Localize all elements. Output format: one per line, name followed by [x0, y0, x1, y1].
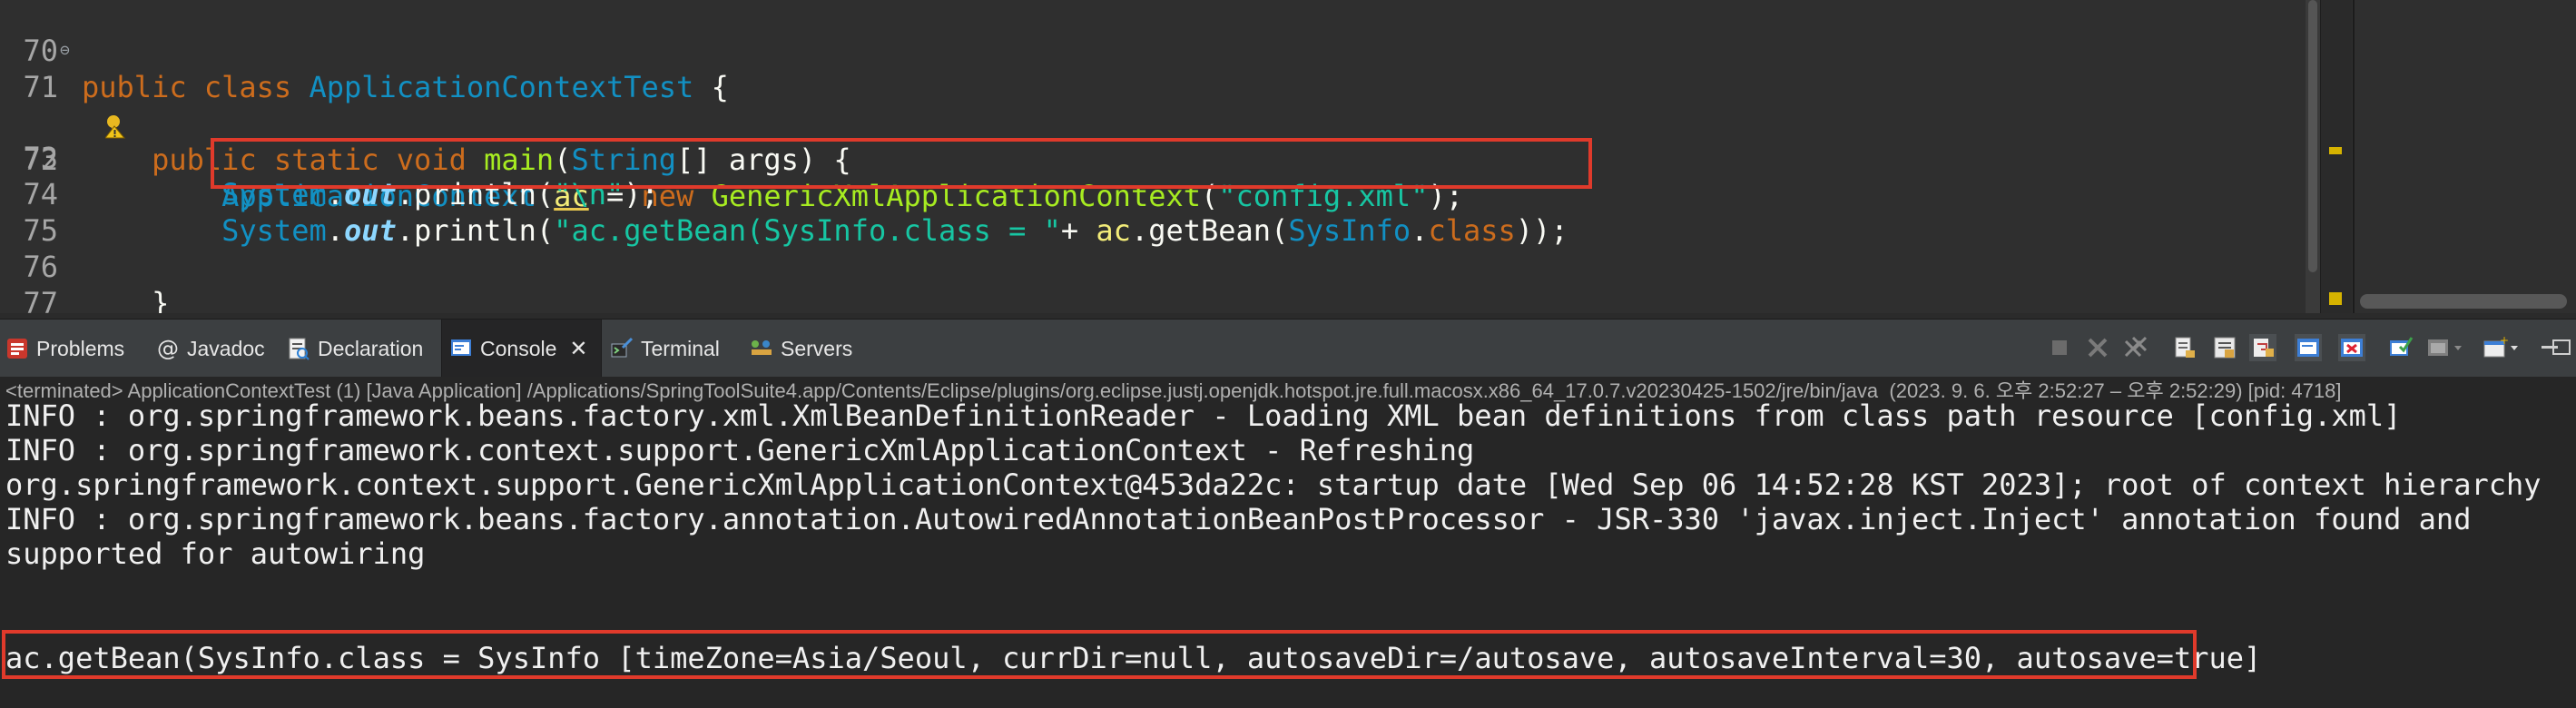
console-view[interactable]: <terminated> ApplicationContextTest (1) … — [0, 377, 2576, 708]
code-line[interactable]: 77 } — [0, 249, 2306, 313]
code-line[interactable]: 71 ⊖ public static void main(String[] ar… — [0, 33, 2306, 178]
console-line: INFO : org.springframework.beans.factory… — [5, 398, 2402, 433]
tab-problems[interactable]: Problems — [5, 320, 124, 378]
svg-text:+: + — [2500, 334, 2509, 347]
maximize-icon[interactable] — [2549, 334, 2574, 361]
declaration-icon — [287, 337, 310, 360]
tab-label: Problems — [36, 336, 125, 360]
display-selected-console-dropdown-icon[interactable] — [2425, 334, 2465, 361]
terminal-icon — [610, 337, 634, 360]
tab-servers[interactable]: Servers — [750, 320, 852, 378]
remove-all-terminated-icon[interactable] — [2122, 334, 2149, 361]
console-line: supported for autowiring — [5, 536, 426, 571]
code-token: } — [82, 286, 170, 313]
tab-label: Console — [480, 336, 557, 360]
console-line: INFO : org.springframework.beans.factory… — [5, 502, 2472, 536]
code-line[interactable]: 76 } — [0, 212, 2306, 313]
tab-console[interactable]: Console ✕ — [441, 320, 602, 378]
tab-declaration[interactable]: Declaration — [287, 320, 423, 378]
problems-icon — [5, 337, 29, 360]
tab-javadoc[interactable]: @ Javadoc — [156, 320, 265, 378]
pin-console-icon[interactable] — [2387, 334, 2414, 361]
console-line: INFO : org.springframework.context.suppo… — [5, 433, 1475, 467]
code-line[interactable]: 73 System.out.println("\n"); — [0, 103, 2306, 211]
bottom-panel-tabbar: Problems @ Javadoc Declaration Console ✕… — [0, 319, 2576, 378]
javadoc-icon: @ — [157, 336, 179, 361]
tab-label: Declaration — [318, 336, 424, 360]
highlight-box-code-line-74 — [211, 138, 1592, 189]
clear-console-icon[interactable] — [2171, 334, 2198, 361]
servers-icon — [750, 337, 773, 360]
code-text: } — [82, 285, 169, 313]
terminate-icon[interactable] — [2046, 334, 2073, 361]
show-console-on-output-icon[interactable] — [2295, 334, 2322, 361]
overview-ruler[interactable] — [2320, 0, 2352, 313]
warning-marker-icon[interactable] — [2329, 147, 2342, 154]
show-console-on-error-icon[interactable] — [2338, 334, 2365, 361]
fold-icon[interactable]: ⊖ — [60, 43, 70, 59]
scroll-lock-icon[interactable] — [2211, 334, 2238, 361]
tab-label: Servers — [781, 336, 853, 360]
close-icon[interactable]: ✕ — [569, 336, 587, 362]
side-pane — [2353, 0, 2576, 313]
tab-label: Terminal — [641, 336, 720, 360]
console-line: org.springframework.context.support.Gene… — [5, 467, 2542, 502]
code-line[interactable]: 72 ApplicationContext ac = new GenericXm… — [0, 69, 2306, 213]
line-number: 77 — [23, 286, 58, 313]
side-pane-horizontal-scrollbar[interactable] — [2360, 294, 2567, 309]
word-wrap-icon[interactable] — [2249, 334, 2276, 361]
code-editor[interactable]: 70 public class ApplicationContextTest {… — [0, 0, 2576, 313]
warning-summary-icon[interactable] — [2329, 292, 2342, 305]
remove-launch-icon[interactable] — [2084, 334, 2111, 361]
editor-scrollbar-thumb[interactable] — [2308, 0, 2317, 272]
code-line[interactable]: 70 public class ApplicationContextTest { — [0, 0, 2306, 104]
tab-label: Javadoc — [187, 336, 265, 360]
open-console-dropdown-icon[interactable]: + — [2482, 334, 2522, 361]
tab-terminal[interactable]: Terminal — [610, 320, 720, 378]
highlight-box-console-output — [2, 630, 2197, 679]
console-icon — [449, 337, 473, 360]
quickfix-warning-icon[interactable] — [0, 74, 125, 139]
